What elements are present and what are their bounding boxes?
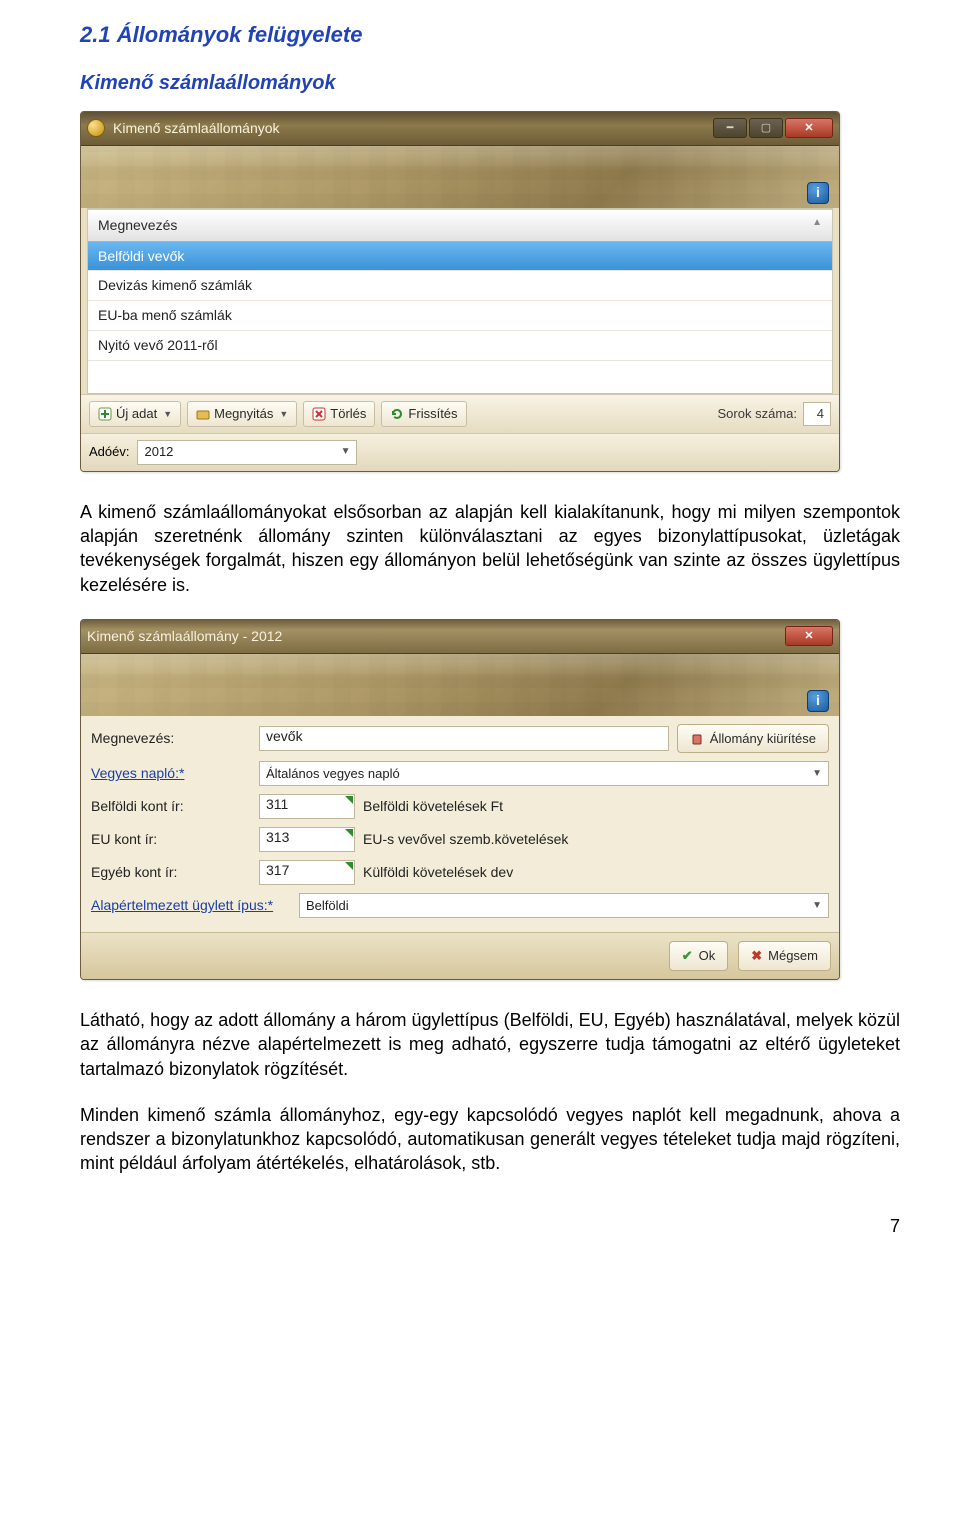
lookup-corner-icon xyxy=(345,862,353,870)
chevron-down-icon: ▼ xyxy=(163,408,172,420)
cancel-button[interactable]: ✖ Mégsem xyxy=(738,941,831,971)
section-heading: 2.1 Állományok felügyelete xyxy=(80,20,900,50)
minimize-button[interactable]: ━ xyxy=(713,118,747,138)
clear-file-button[interactable]: Állomány kiürítése xyxy=(677,724,829,754)
window-title: Kimenő számlaállomány - 2012 xyxy=(87,627,785,646)
other-account-label: Egyéb kont ír: xyxy=(91,863,251,882)
window-file-detail: Kimenő számlaállomány - 2012 ✕ i Megneve… xyxy=(80,619,840,980)
ok-button[interactable]: ✔ Ok xyxy=(669,941,729,971)
chevron-down-icon: ▼ xyxy=(341,445,351,459)
grid: Megnevezés ▲ Belföldi vevők Devizás kime… xyxy=(87,208,833,394)
close-button[interactable]: ✕ xyxy=(785,626,833,646)
open-button[interactable]: Megnyitás ▼ xyxy=(187,401,297,427)
table-row[interactable]: EU-ba menő számlák xyxy=(88,301,832,331)
lookup-corner-icon xyxy=(345,796,353,804)
paragraph: Látható, hogy az adott állomány a három … xyxy=(80,1008,900,1081)
cancel-label: Mégsem xyxy=(768,947,818,965)
close-button[interactable]: ✕ xyxy=(785,118,833,138)
chevron-down-icon: ▼ xyxy=(279,408,288,420)
delete-icon xyxy=(312,407,326,421)
window-file-list: Kimenő számlaállományok ━ ▢ ✕ i Megnevez… xyxy=(80,111,840,472)
trash-icon xyxy=(690,732,704,746)
toolbar: Új adat ▼ Megnyitás ▼ Törlés Frissítés S… xyxy=(81,394,839,433)
column-header-label: Megnevezés xyxy=(98,216,177,235)
domestic-account-label: Belföldi kont ír: xyxy=(91,797,251,816)
check-icon: ✔ xyxy=(682,947,693,965)
domestic-account-desc: Belföldi követelések Ft xyxy=(363,797,503,816)
default-dealtype-select[interactable]: Belföldi ▼ xyxy=(299,893,829,918)
refresh-icon xyxy=(390,407,404,421)
eu-account-label: EU kont ír: xyxy=(91,830,251,849)
new-button[interactable]: Új adat ▼ xyxy=(89,401,181,427)
titlebar: Kimenő számlaállományok ━ ▢ ✕ xyxy=(81,112,839,146)
maximize-button[interactable]: ▢ xyxy=(749,118,783,138)
paragraph: Minden kimenő számla állományhoz, egy-eg… xyxy=(80,1103,900,1176)
eu-account-desc: EU-s vevővel szemb.követelések xyxy=(363,830,568,849)
lookup-corner-icon xyxy=(345,829,353,837)
rows-count-label: Sorok száma: xyxy=(718,405,797,423)
refresh-button[interactable]: Frissítés xyxy=(381,401,466,427)
window-controls: ✕ xyxy=(785,626,833,646)
default-dealtype-label[interactable]: Alapértelmezett ügylett ípus:* xyxy=(91,896,291,915)
ok-label: Ok xyxy=(699,947,716,965)
action-bar: ✔ Ok ✖ Mégsem xyxy=(81,932,839,979)
app-icon xyxy=(87,119,105,137)
delete-button-label: Törlés xyxy=(330,405,366,423)
section-subheading: Kimenő számlaállományok xyxy=(80,70,900,97)
delete-button[interactable]: Törlés xyxy=(303,401,375,427)
plus-icon xyxy=(98,407,112,421)
rows-count-value: 4 xyxy=(803,402,831,426)
eu-account-input[interactable]: 313 xyxy=(259,827,355,852)
taxyear-label: Adóév: xyxy=(89,443,129,461)
grid-empty-area xyxy=(88,361,832,393)
sort-indicator-icon: ▲ xyxy=(812,216,822,235)
info-icon[interactable]: i xyxy=(807,690,829,712)
journal-select[interactable]: Általános vegyes napló ▼ xyxy=(259,761,829,786)
form: Megnevezés: vevők Állomány kiürítése Veg… xyxy=(81,716,839,933)
folder-open-icon xyxy=(196,407,210,421)
default-dealtype-value: Belföldi xyxy=(306,897,349,915)
taxyear-select[interactable]: 2012 ▼ xyxy=(137,440,357,465)
page-number: 7 xyxy=(80,1214,900,1238)
header-banner: i xyxy=(81,654,839,716)
name-input[interactable]: vevők xyxy=(259,726,669,751)
paragraph: A kimenő számlaállományokat elsősorban a… xyxy=(80,500,900,597)
refresh-button-label: Frissítés xyxy=(408,405,457,423)
name-label: Megnevezés: xyxy=(91,729,251,748)
header-banner: i xyxy=(81,146,839,208)
open-button-label: Megnyitás xyxy=(214,405,273,423)
other-account-desc: Külföldi követelések dev xyxy=(363,863,513,882)
table-row[interactable]: Nyitó vevő 2011-ről xyxy=(88,331,832,361)
window-controls: ━ ▢ ✕ xyxy=(713,118,833,138)
chevron-down-icon: ▼ xyxy=(812,899,822,913)
new-button-label: Új adat xyxy=(116,405,157,423)
clear-file-label: Állomány kiürítése xyxy=(710,730,816,748)
table-row[interactable]: Devizás kimenő számlák xyxy=(88,271,832,301)
journal-value: Általános vegyes napló xyxy=(266,765,400,783)
chevron-down-icon: ▼ xyxy=(812,767,822,781)
titlebar: Kimenő számlaállomány - 2012 ✕ xyxy=(81,620,839,654)
bottom-toolbar: Adóév: 2012 ▼ xyxy=(81,433,839,471)
other-account-input[interactable]: 317 xyxy=(259,860,355,885)
domestic-account-input[interactable]: 311 xyxy=(259,794,355,819)
journal-label[interactable]: Vegyes napló:* xyxy=(91,764,251,783)
window-title: Kimenő számlaállományok xyxy=(113,119,713,138)
close-icon: ✖ xyxy=(751,947,762,965)
grid-column-header[interactable]: Megnevezés ▲ xyxy=(88,209,832,242)
table-row[interactable]: Belföldi vevők xyxy=(88,242,832,272)
info-icon[interactable]: i xyxy=(807,182,829,204)
taxyear-value: 2012 xyxy=(144,443,173,461)
